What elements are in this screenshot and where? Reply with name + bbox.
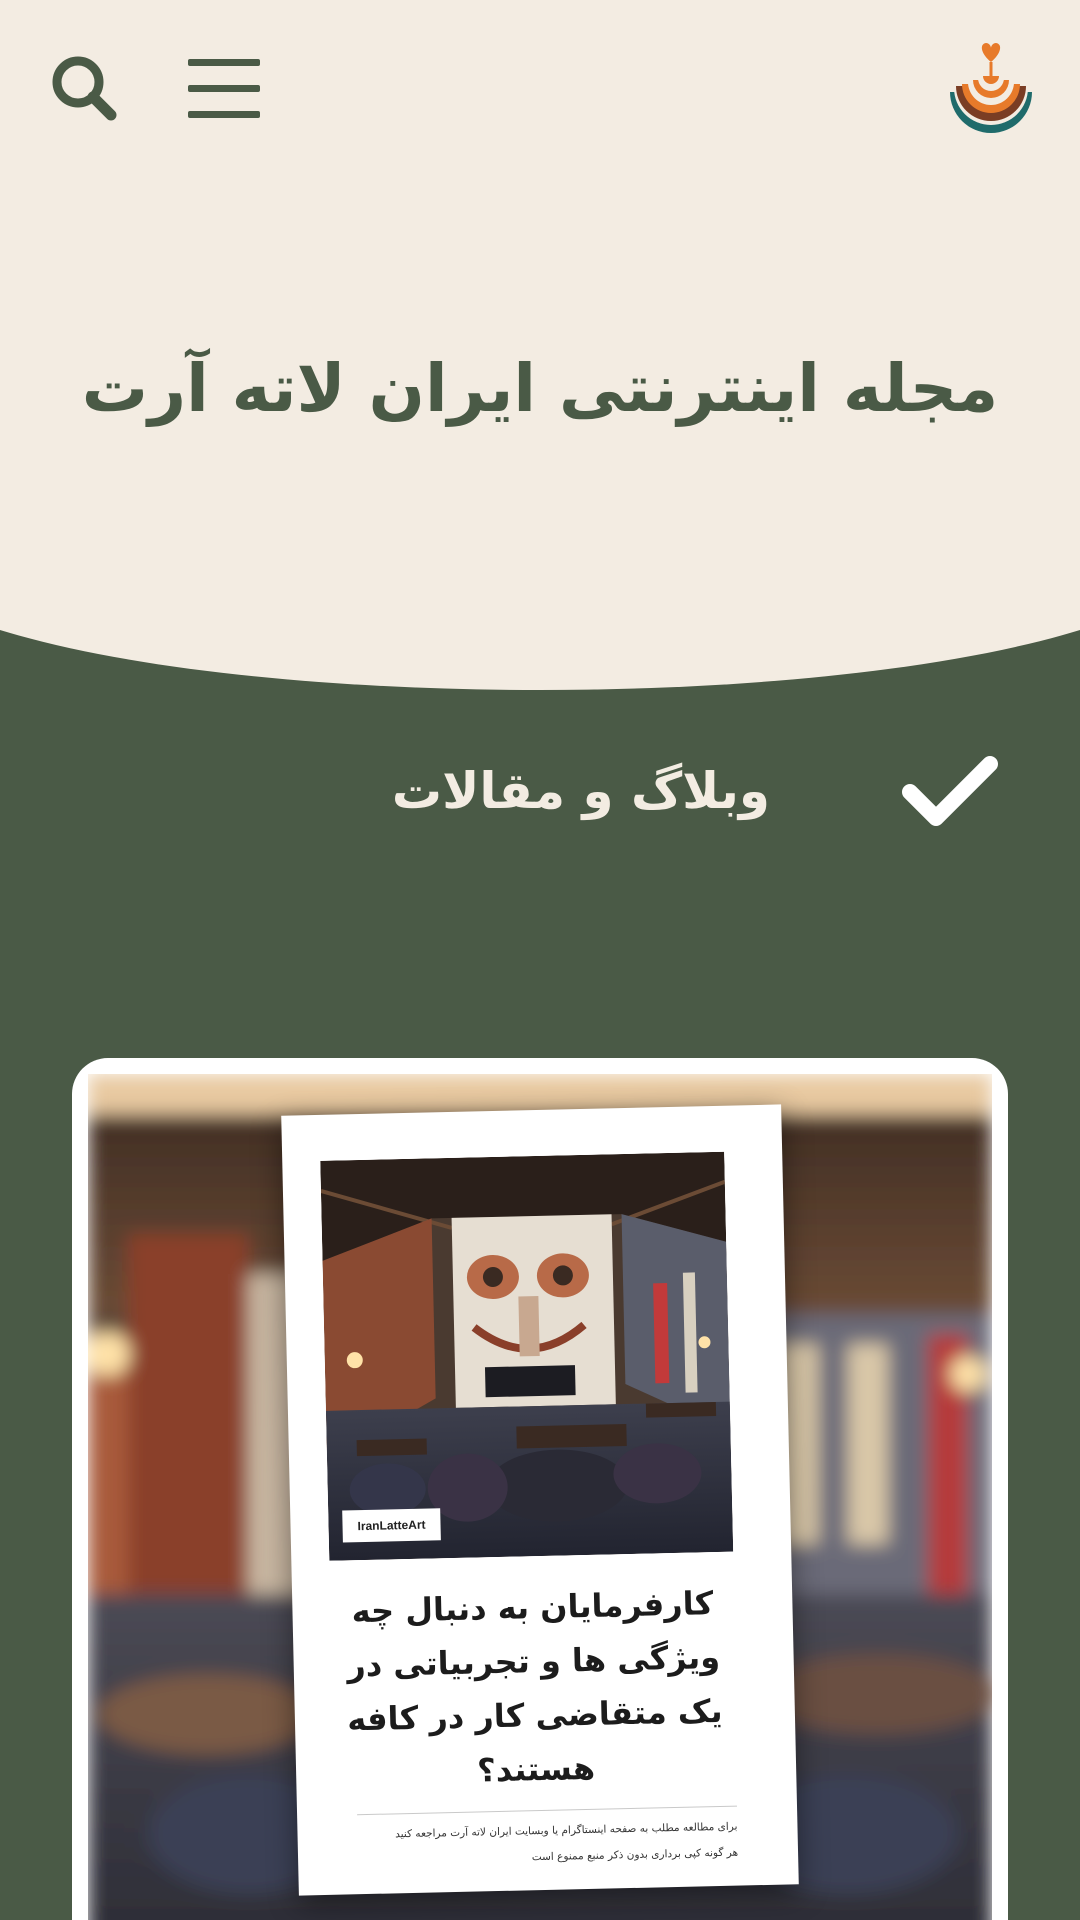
post-cover-poster[interactable]: IranLatteArt کارفرمایان به دنبال چه ویژگ… [281, 1104, 799, 1896]
page-title: مجله اینترنتی ایران لاته آرت [81, 350, 999, 427]
search-button[interactable] [48, 52, 120, 124]
site-logo[interactable] [946, 40, 1036, 140]
hero-section: مجله اینترنتی ایران لاته آرت [0, 0, 1080, 720]
post-brand-watermark: IranLatteArt [342, 1508, 441, 1543]
hamburger-menu-icon [188, 59, 260, 118]
post-footnote: برای مطالعه مطلب به صفحه اینستاگرام یا و… [357, 1814, 738, 1875]
page: مجله اینترنتی ایران لاته آرت وبلاگ و مقا… [0, 0, 1080, 1920]
section-heading: وبلاگ و مقالات [392, 752, 1010, 844]
post-divider [357, 1805, 738, 1816]
search-icon [52, 56, 117, 121]
post-headline[interactable]: کارفرمایان به دنبال چه ویژگی ها و تجربیا… [332, 1576, 737, 1801]
section-title: وبلاگ و مقالات [391, 762, 770, 820]
post-cover-image [320, 1151, 734, 1561]
checkmark-icon [902, 756, 998, 826]
latte-art-heart-logo-icon [950, 43, 1032, 133]
menu-button[interactable] [186, 56, 262, 122]
